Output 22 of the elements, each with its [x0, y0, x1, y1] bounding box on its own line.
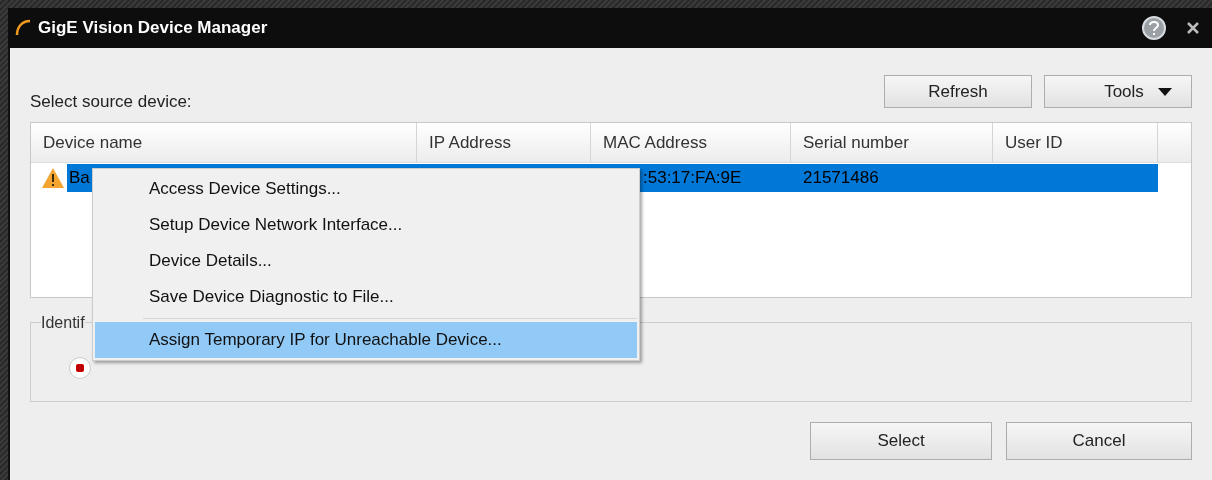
cancel-button[interactable]: Cancel — [1006, 422, 1192, 460]
help-button[interactable] — [1142, 16, 1166, 40]
column-header[interactable]: Serial number — [791, 123, 993, 162]
column-header[interactable]: MAC Address — [591, 123, 791, 162]
refresh-button[interactable]: Refresh — [884, 75, 1032, 108]
logo-icon — [14, 19, 32, 37]
menu-item[interactable]: Assign Temporary IP for Unreachable Device... — [95, 322, 637, 358]
menu-item[interactable]: Setup Device Network Interface... — [95, 207, 637, 243]
menu-item[interactable]: Save Device Diagnostic to File... — [95, 279, 637, 315]
menu-item[interactable]: Device Details... — [95, 243, 637, 279]
window-title: GigE Vision Device Manager — [38, 17, 268, 40]
tools-dropdown[interactable]: Tools — [1044, 75, 1192, 108]
column-header[interactable]: IP Address — [417, 123, 591, 162]
help-icon — [1149, 21, 1159, 35]
table-cell: 21571486 — [791, 164, 993, 192]
column-header[interactable]: Device name — [31, 123, 417, 162]
source-device-label: Select source device: — [30, 90, 192, 113]
column-header[interactable]: User ID — [993, 123, 1158, 162]
table-cell: Ba — [67, 164, 94, 192]
indicator-light[interactable] — [69, 357, 91, 379]
caret-icon — [1157, 87, 1172, 96]
select-button[interactable]: Select — [810, 422, 992, 460]
